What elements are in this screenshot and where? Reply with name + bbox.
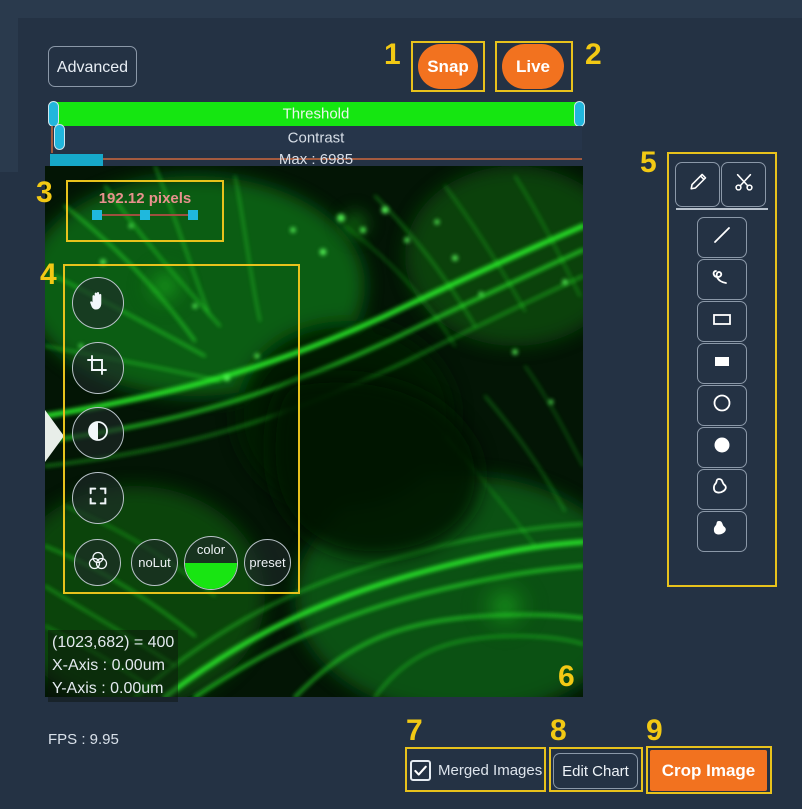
measurement-handle-mid[interactable]: [140, 210, 150, 220]
contrast-slider-track[interactable]: Contrast: [50, 126, 582, 150]
freeform-filled-icon: [709, 516, 735, 547]
toolbar-divider: [676, 208, 768, 210]
preset-button[interactable]: preset: [244, 539, 291, 586]
y-axis-readout: Y-Axis : 0.00um: [52, 677, 174, 700]
snap-button[interactable]: Snap: [418, 44, 478, 89]
color-swatch: [185, 563, 237, 589]
freehand-curve-icon: [710, 265, 734, 294]
hand-icon: [86, 289, 110, 318]
coordinate-readout: (1023,682) = 400 X-Axis : 0.00um Y-Axis …: [48, 630, 178, 702]
checkbox-box[interactable]: [410, 760, 431, 781]
fullscreen-icon: [87, 485, 109, 512]
callout-1: 1: [384, 40, 401, 70]
rectangle-outline-tool-button[interactable]: [697, 301, 747, 342]
edit-chart-button[interactable]: Edit Chart: [553, 753, 638, 789]
merged-images-checkbox[interactable]: Merged Images: [410, 751, 545, 789]
threshold-handle-max[interactable]: [574, 101, 585, 127]
top-edge-strip: [0, 0, 802, 18]
callout-8: 8: [550, 716, 567, 746]
color-button[interactable]: color: [184, 536, 238, 590]
callout-6: 6: [558, 662, 575, 692]
scissors-icon: [733, 171, 755, 198]
crop-tool-button[interactable]: [72, 342, 124, 394]
measurement-value: 192.12 pixels: [66, 190, 224, 207]
fullscreen-tool-button[interactable]: [72, 472, 124, 524]
contrast-handle[interactable]: [54, 124, 65, 150]
callout-4: 4: [40, 260, 57, 290]
color-button-label: color: [185, 542, 237, 557]
freeform-outline-tool-button[interactable]: [697, 469, 747, 510]
panel-expand-arrow-icon[interactable]: [45, 410, 64, 462]
callout-5: 5: [640, 148, 657, 178]
rectangle-filled-icon: [709, 348, 735, 379]
circle-filled-icon: [709, 432, 735, 463]
x-axis-readout: X-Axis : 0.00um: [52, 654, 174, 677]
line-icon: [710, 223, 734, 252]
advanced-button[interactable]: Advanced: [48, 46, 137, 87]
callout-9: 9: [646, 716, 663, 746]
measurement-handle-start[interactable]: [92, 210, 102, 220]
threshold-label: Threshold: [50, 106, 582, 123]
check-icon: [413, 763, 428, 778]
channels-icon: [86, 549, 110, 576]
circle-filled-tool-button[interactable]: [697, 427, 747, 468]
scissors-tool-button[interactable]: [721, 162, 766, 207]
rectangle-outline-icon: [709, 306, 735, 337]
callout-2: 2: [585, 40, 602, 70]
freeform-outline-icon: [709, 474, 735, 505]
merged-images-label: Merged Images: [438, 762, 542, 779]
measurement-handle-end[interactable]: [188, 210, 198, 220]
freehand-curve-tool-button[interactable]: [697, 259, 747, 300]
callout-7: 7: [406, 716, 423, 746]
threshold-slider-track[interactable]: Threshold: [50, 102, 582, 126]
channels-tool-button[interactable]: [74, 539, 121, 586]
circle-outline-icon: [709, 390, 735, 421]
left-edge-strip: [0, 0, 18, 172]
contrast-axis-line: [51, 126, 53, 153]
pencil-icon: [687, 171, 709, 198]
live-button[interactable]: Live: [502, 44, 564, 89]
callout-3: 3: [36, 178, 53, 208]
fps-readout: FPS : 9.95: [48, 731, 119, 748]
pan-tool-button[interactable]: [72, 277, 124, 329]
contrast-tool-button[interactable]: [72, 407, 124, 459]
freeform-filled-tool-button[interactable]: [697, 511, 747, 552]
crop-image-button[interactable]: Crop Image: [650, 750, 767, 791]
nolut-button[interactable]: noLut: [131, 539, 178, 586]
contrast-label: Contrast: [50, 130, 582, 147]
pixel-value-readout: (1023,682) = 400: [52, 631, 174, 654]
contrast-icon: [86, 419, 110, 448]
pencil-tool-button[interactable]: [675, 162, 720, 207]
line-tool-button[interactable]: [697, 217, 747, 258]
threshold-handle-min[interactable]: [48, 101, 59, 127]
app-root: Advanced 1 Snap 2 Live Threshold Contras…: [0, 0, 802, 809]
circle-outline-tool-button[interactable]: [697, 385, 747, 426]
crop-icon: [86, 354, 110, 383]
rectangle-filled-tool-button[interactable]: [697, 343, 747, 384]
